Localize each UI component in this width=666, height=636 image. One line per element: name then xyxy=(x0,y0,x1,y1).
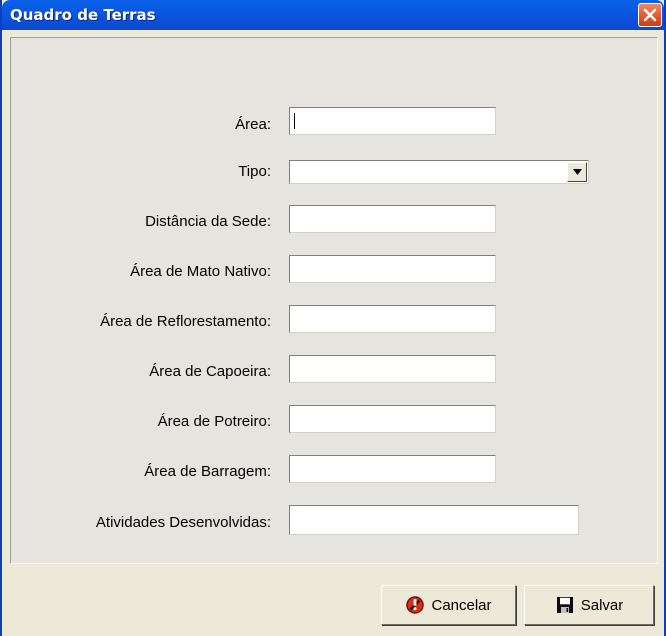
distancia-field[interactable] xyxy=(289,205,496,233)
atividades-field[interactable] xyxy=(289,505,579,535)
title-bar[interactable]: Quadro de Terras xyxy=(2,0,664,30)
window-title: Quadro de Terras xyxy=(10,6,156,24)
atividades-label: Atividades Desenvolvidas: xyxy=(95,514,271,531)
cancel-icon xyxy=(406,596,425,614)
close-icon xyxy=(643,8,657,22)
area-label: Área: xyxy=(235,116,271,133)
save-button-label: Salvar xyxy=(580,596,624,614)
reflorestamento-field[interactable] xyxy=(289,305,496,333)
text-caret xyxy=(294,113,295,129)
capoeira-field[interactable] xyxy=(289,355,496,383)
tipo-select[interactable] xyxy=(289,160,589,184)
mato-nativo-label: Área de Mato Nativo: xyxy=(130,263,271,280)
tipo-dropdown-button[interactable] xyxy=(567,162,587,182)
area-field[interactable] xyxy=(289,107,496,135)
distancia-label: Distância da Sede: xyxy=(145,213,271,230)
capoeira-label: Área de Capoeira: xyxy=(149,363,271,380)
cancel-button[interactable]: Cancelar xyxy=(381,585,516,625)
barragem-field[interactable] xyxy=(289,455,496,483)
mato-nativo-field[interactable] xyxy=(289,255,496,283)
reflorestamento-label: Área de Reflorestamento: xyxy=(100,313,271,330)
barragem-label: Área de Barragem: xyxy=(144,463,271,480)
potreiro-field[interactable] xyxy=(289,405,496,433)
potreiro-label: Área de Potreiro: xyxy=(157,413,271,430)
save-button[interactable]: Salvar xyxy=(524,585,654,625)
floppy-disk-icon xyxy=(556,597,573,613)
chevron-down-icon xyxy=(573,169,582,175)
tipo-label: Tipo: xyxy=(238,163,271,180)
dialog-window: Quadro de Terras Área: Tipo: Distância d… xyxy=(0,0,666,636)
close-button[interactable] xyxy=(638,3,662,27)
cancel-button-label: Cancelar xyxy=(431,596,492,614)
